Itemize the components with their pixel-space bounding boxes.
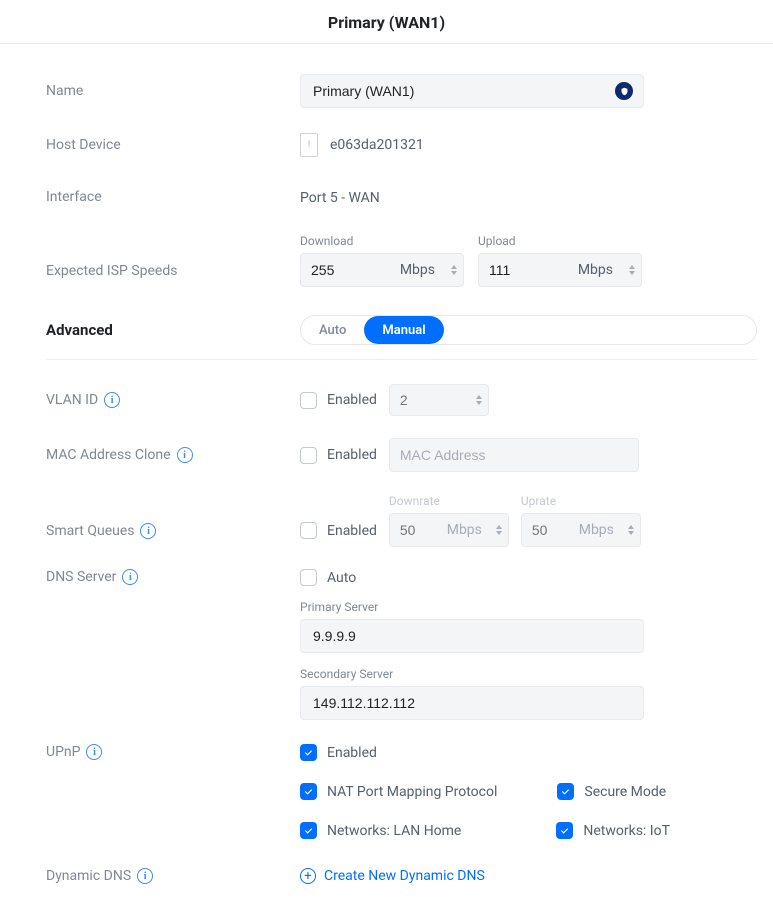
create-dynamic-dns-link[interactable]: + Create New Dynamic DNS <box>300 868 757 884</box>
download-stepper[interactable] <box>451 265 457 275</box>
sq-enabled-label: Enabled <box>327 523 377 539</box>
downrate-unit: Mbps <box>447 522 482 538</box>
info-icon[interactable]: i <box>140 523 156 539</box>
downrate-label: Downrate <box>389 494 509 508</box>
info-icon[interactable]: i <box>177 447 193 463</box>
label-expected-isp: Expected ISP Speeds <box>46 263 300 287</box>
upload-unit: Mbps <box>578 262 613 278</box>
info-icon[interactable]: i <box>86 744 102 760</box>
downrate-stepper[interactable] <box>496 525 502 535</box>
shield-icon <box>615 82 633 100</box>
mac-input-wrap[interactable] <box>389 438 639 472</box>
download-input[interactable] <box>311 262 371 278</box>
dns-auto-checkbox[interactable] <box>300 569 317 586</box>
label-advanced: Advanced <box>46 321 300 339</box>
label-name: Name <box>46 83 300 99</box>
seg-auto[interactable]: Auto <box>301 316 364 344</box>
seg-manual[interactable]: Manual <box>364 316 443 344</box>
vlan-input[interactable] <box>400 392 450 408</box>
net-lan-label: Networks: LAN Home <box>327 823 461 839</box>
nat-pmp-checkbox[interactable] <box>300 783 317 800</box>
advanced-mode-toggle[interactable]: Auto Manual <box>300 315 757 345</box>
create-dynamic-dns-label: Create New Dynamic DNS <box>324 868 485 884</box>
uprate-label: Uprate <box>521 494 641 508</box>
nat-pmp-label: NAT Port Mapping Protocol <box>327 784 497 800</box>
label-interface: Interface <box>46 189 300 205</box>
upload-stepper[interactable] <box>629 265 635 275</box>
net-iot-label: Networks: IoT <box>583 823 670 839</box>
secondary-server-wrap[interactable] <box>300 686 644 720</box>
primary-server-input[interactable] <box>313 628 631 644</box>
divider <box>46 359 757 360</box>
sq-enabled-checkbox[interactable] <box>300 522 317 539</box>
interface-value: Port 5 - WAN <box>300 188 757 206</box>
secure-mode-label: Secure Mode <box>584 784 666 800</box>
label-dns-server: DNS Server i <box>46 569 300 585</box>
label-mac-clone: MAC Address Clone i <box>46 447 300 463</box>
uprate-unit: Mbps <box>579 522 614 538</box>
uprate-input-wrap[interactable]: Mbps <box>521 513 641 547</box>
primary-server-label: Primary Server <box>300 600 757 614</box>
label-upnp: UPnP i <box>46 744 300 760</box>
info-icon[interactable]: i <box>104 392 120 408</box>
mac-enabled-label: Enabled <box>327 447 377 463</box>
uprate-stepper[interactable] <box>628 525 634 535</box>
label-host-device: Host Device <box>46 137 300 153</box>
vlan-input-wrap[interactable] <box>389 384 489 416</box>
label-smart-queues: Smart Queues i <box>46 523 300 547</box>
primary-server-wrap[interactable] <box>300 619 644 653</box>
mac-enabled-checkbox[interactable] <box>300 447 317 464</box>
upnp-enabled-label: Enabled <box>327 745 377 761</box>
label-dynamic-dns: Dynamic DNS i <box>46 868 300 884</box>
name-input-wrap[interactable] <box>300 74 644 108</box>
download-unit: Mbps <box>400 262 435 278</box>
upload-input[interactable] <box>489 262 549 278</box>
downrate-input[interactable] <box>400 522 436 538</box>
download-input-wrap[interactable]: Mbps <box>300 253 464 287</box>
net-iot-checkbox[interactable] <box>556 822 573 839</box>
device-icon: ! <box>300 133 318 157</box>
info-icon[interactable]: i <box>122 569 138 585</box>
vlan-enabled-label: Enabled <box>327 392 377 408</box>
dns-auto-label: Auto <box>327 570 356 586</box>
upnp-enabled-checkbox[interactable] <box>300 744 317 761</box>
secure-mode-checkbox[interactable] <box>557 783 574 800</box>
label-download: Download <box>300 234 464 248</box>
secondary-server-input[interactable] <box>313 695 631 711</box>
info-icon[interactable]: i <box>137 868 153 884</box>
host-device-value: e063da201321 <box>330 137 424 153</box>
secondary-server-label: Secondary Server <box>300 667 757 681</box>
vlan-stepper[interactable] <box>476 395 482 405</box>
upload-input-wrap[interactable]: Mbps <box>478 253 642 287</box>
page-title: Primary (WAN1) <box>0 0 773 44</box>
label-upload: Upload <box>478 234 642 248</box>
vlan-enabled-checkbox[interactable] <box>300 392 317 409</box>
mac-input[interactable] <box>400 447 628 463</box>
plus-icon: + <box>300 868 316 884</box>
net-lan-checkbox[interactable] <box>300 822 317 839</box>
uprate-input[interactable] <box>532 522 568 538</box>
label-vlan-id: VLAN ID i <box>46 392 300 408</box>
name-input[interactable] <box>313 83 631 99</box>
downrate-input-wrap[interactable]: Mbps <box>389 513 509 547</box>
